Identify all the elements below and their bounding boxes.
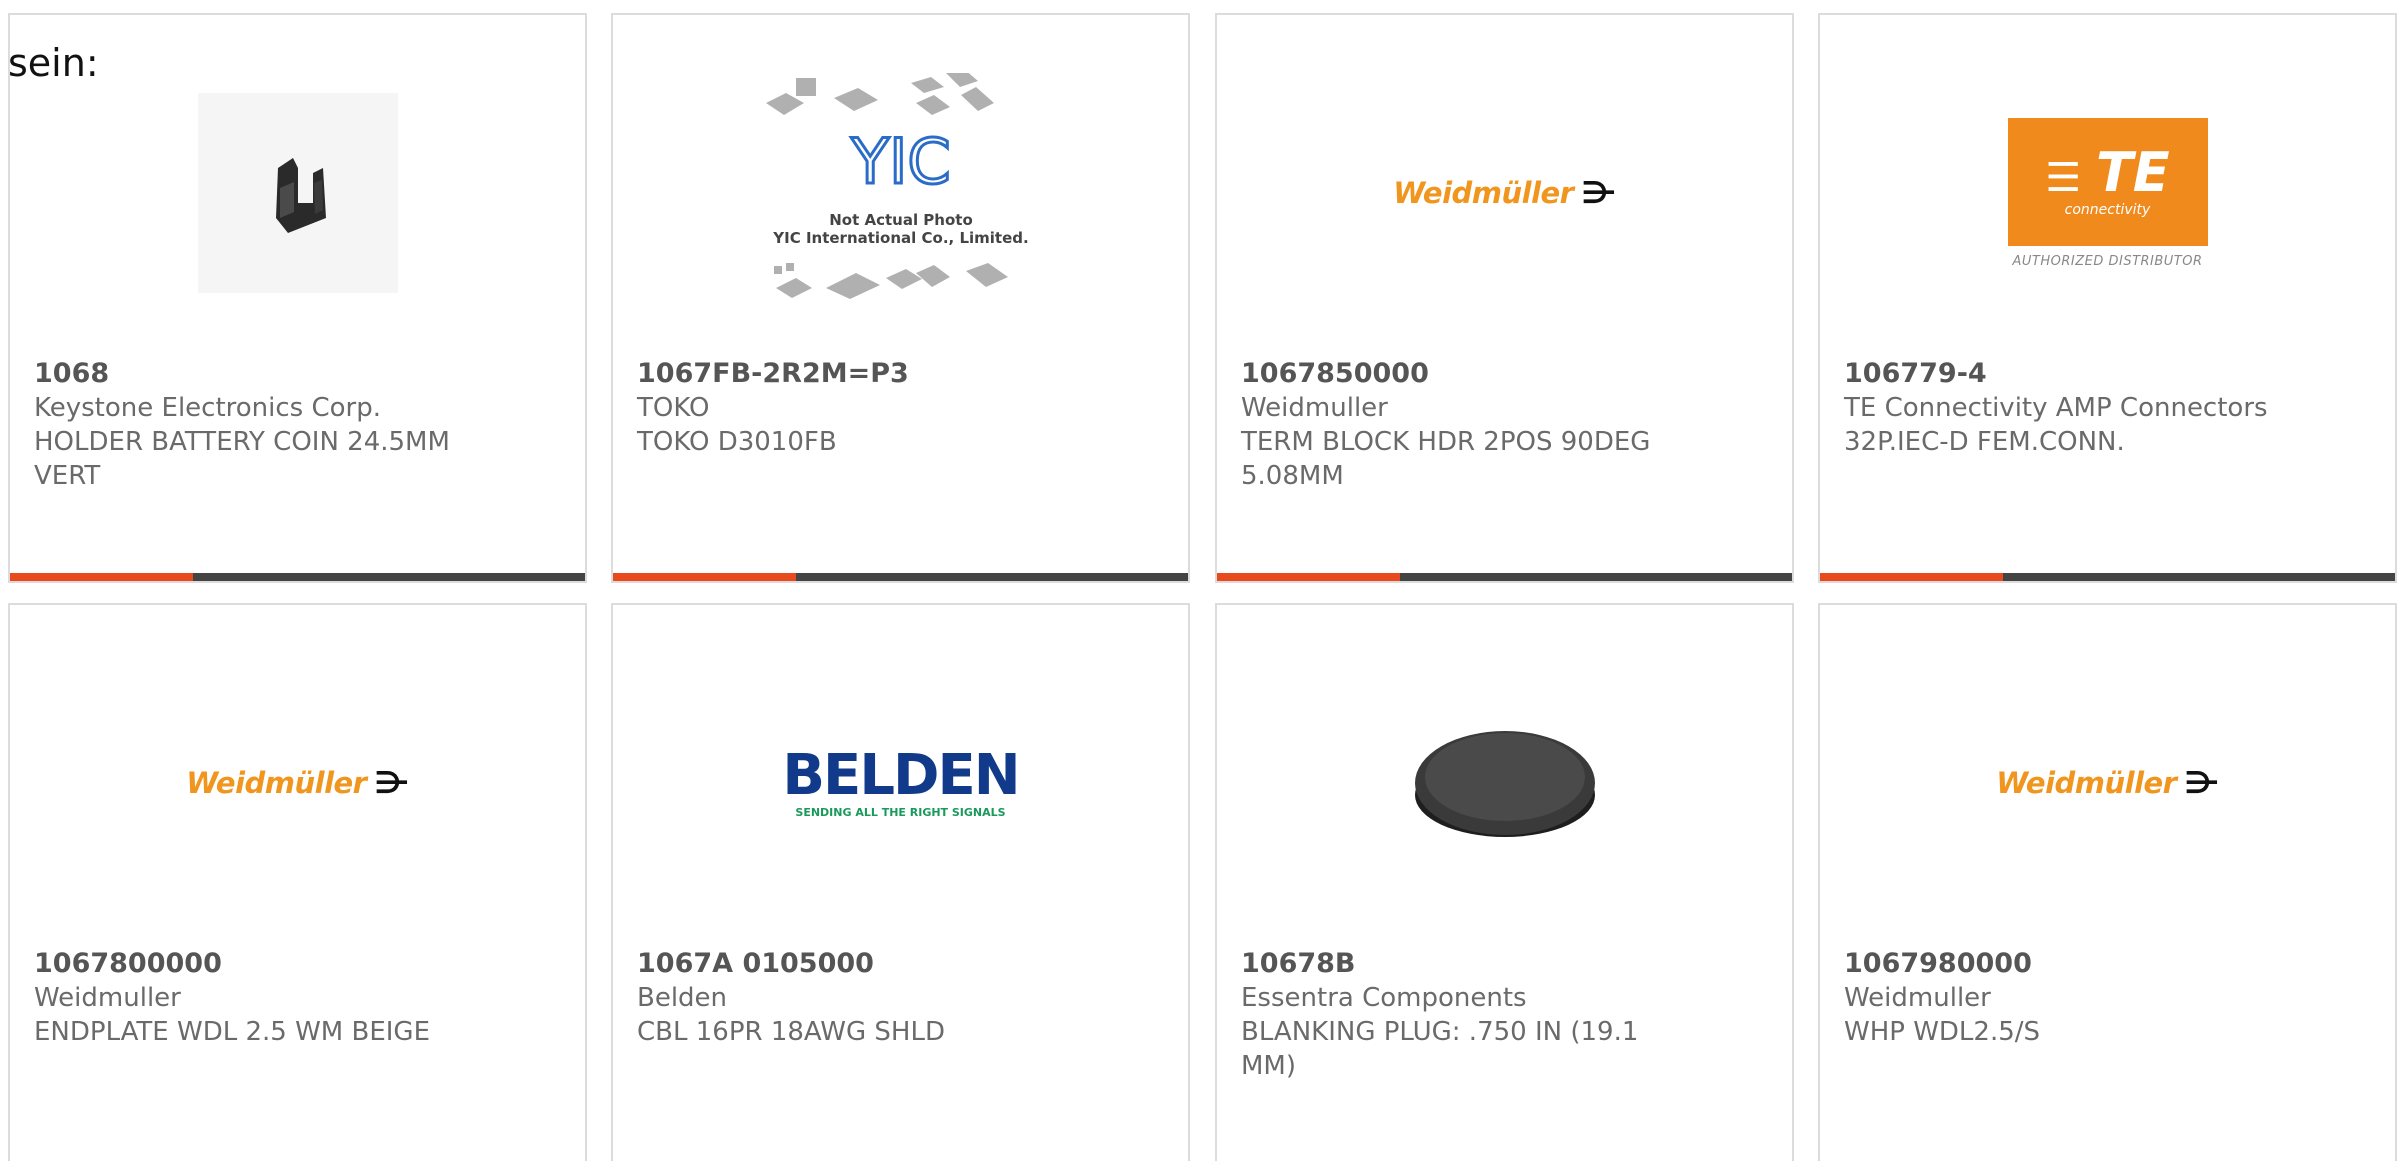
part-number[interactable]: 1068	[34, 357, 474, 391]
product-meta: 1067980000 Weidmuller WHP WDL2.5/S	[1844, 947, 2284, 1049]
product-image[interactable]: BELDEN SENDING ALL THE RIGHT SIGNALS	[613, 673, 1188, 893]
manufacturer: TE Connectivity AMP Connectors	[1844, 393, 2268, 423]
description: TOKO D3010FB	[637, 427, 837, 457]
weidmuller-mark-icon: ⋺	[374, 765, 409, 801]
weidmuller-mark-icon: ⋺	[1581, 175, 1616, 211]
battery-holder-photo	[197, 93, 398, 293]
blanking-plug-photo	[1414, 731, 1595, 837]
product-card[interactable]: Weidmüller ⋺ 1067850000 Weidmuller TERM B…	[1215, 13, 1794, 583]
product-image[interactable]	[1217, 673, 1792, 893]
description: WHP WDL2.5/S	[1844, 1017, 2041, 1047]
product-card[interactable]: YIC Not Actual Photo YIC International C…	[611, 13, 1190, 583]
svg-text:YIC International Co., Limited: YIC International Co., Limited.	[772, 229, 1028, 247]
product-image[interactable]: YIC Not Actual Photo YIC International C…	[613, 73, 1188, 303]
weidmuller-logo: Weidmüller ⋺	[1996, 765, 2219, 801]
product-meta: 1067850000 Weidmuller TERM BLOCK HDR 2PO…	[1241, 357, 1681, 493]
description: 32P.IEC-D FEM.CONN.	[1844, 427, 2125, 457]
part-number[interactable]: 106779-4	[1844, 357, 2284, 391]
product-card[interactable]: 1068 Keystone Electronics Corp. HOLDER B…	[8, 13, 587, 583]
card-accent	[613, 573, 796, 581]
product-meta: 1068 Keystone Electronics Corp. HOLDER B…	[34, 357, 474, 493]
yic-not-actual-photo: YIC Not Actual Photo YIC International C…	[765, 73, 1028, 299]
product-image[interactable]: Weidmüller ⋺	[1820, 673, 2395, 893]
part-number[interactable]: 1067980000	[1844, 947, 2284, 981]
te-connectivity-logo: ☰ TE connectivity AUTHORIZED DISTRIBUTOR	[2007, 117, 2208, 269]
manufacturer: Weidmuller	[1844, 983, 1991, 1013]
part-number[interactable]: 1067A 0105000	[637, 947, 1077, 981]
intro-text: sein:	[8, 41, 99, 85]
product-card[interactable]: 10678B Essentra Components BLANKING PLUG…	[1215, 603, 1794, 1161]
belden-logo: BELDEN SENDING ALL THE RIGHT SIGNALS	[782, 742, 1020, 819]
weidmuller-logo: Weidmüller ⋺	[1393, 175, 1616, 211]
description: ENDPLATE WDL 2.5 WM BEIGE	[34, 1017, 431, 1047]
card-bottom-bar	[613, 573, 1188, 581]
product-image[interactable]: Weidmüller ⋺	[10, 673, 585, 893]
card-accent	[1820, 573, 2003, 581]
product-card[interactable]: Weidmüller ⋺ 1067980000 Weidmuller WHP WD…	[1818, 603, 2397, 1161]
weidmuller-logo: Weidmüller ⋺	[186, 765, 409, 801]
manufacturer: Essentra Components	[1241, 983, 1527, 1013]
manufacturer: Weidmuller	[34, 983, 181, 1013]
description: BLANKING PLUG: .750 IN (19.1 MM)	[1241, 1017, 1639, 1081]
card-bottom-bar	[1820, 573, 2395, 581]
yic-logo-text: YIC	[850, 125, 950, 198]
description: HOLDER BATTERY COIN 24.5MM VERT	[34, 427, 450, 491]
description: CBL 16PR 18AWG SHLD	[637, 1017, 945, 1047]
card-accent	[10, 573, 193, 581]
svg-text:Not Actual Photo: Not Actual Photo	[829, 211, 973, 229]
manufacturer: Belden	[637, 983, 728, 1013]
product-meta: 106779-4 TE Connectivity AMP Connectors …	[1844, 357, 2284, 459]
product-card[interactable]: Weidmüller ⋺ 1067800000 Weidmuller ENDPLA…	[8, 603, 587, 1161]
part-number[interactable]: 10678B	[1241, 947, 1681, 981]
product-image[interactable]	[10, 83, 585, 303]
card-bottom-bar	[1217, 573, 1792, 581]
weidmuller-mark-icon: ⋺	[2184, 765, 2219, 801]
part-number[interactable]: 1067800000	[34, 947, 474, 981]
manufacturer: Keystone Electronics Corp.	[34, 393, 382, 423]
manufacturer: TOKO	[637, 393, 710, 423]
product-meta: 1067FB-2R2M=P3 TOKO TOKO D3010FB	[637, 357, 1077, 459]
product-card[interactable]: ☰ TE connectivity AUTHORIZED DISTRIBUTOR…	[1818, 13, 2397, 583]
card-bottom-bar	[10, 573, 585, 581]
part-number[interactable]: 1067850000	[1241, 357, 1681, 391]
product-image[interactable]: ☰ TE connectivity AUTHORIZED DISTRIBUTOR	[1820, 83, 2395, 303]
product-card[interactable]: BELDEN SENDING ALL THE RIGHT SIGNALS 106…	[611, 603, 1190, 1161]
part-number[interactable]: 1067FB-2R2M=P3	[637, 357, 1077, 391]
manufacturer: Weidmuller	[1241, 393, 1388, 423]
product-meta: 1067A 0105000 Belden CBL 16PR 18AWG SHLD	[637, 947, 1077, 1049]
product-meta: 10678B Essentra Components BLANKING PLUG…	[1241, 947, 1681, 1083]
product-meta: 1067800000 Weidmuller ENDPLATE WDL 2.5 W…	[34, 947, 474, 1049]
product-grid-page: sein: 1068 Keystone Electronics Corp. HO…	[0, 0, 2400, 1161]
card-accent	[1217, 573, 1400, 581]
product-image[interactable]: Weidmüller ⋺	[1217, 83, 1792, 303]
description: TERM BLOCK HDR 2POS 90DEG 5.08MM	[1241, 427, 1651, 491]
